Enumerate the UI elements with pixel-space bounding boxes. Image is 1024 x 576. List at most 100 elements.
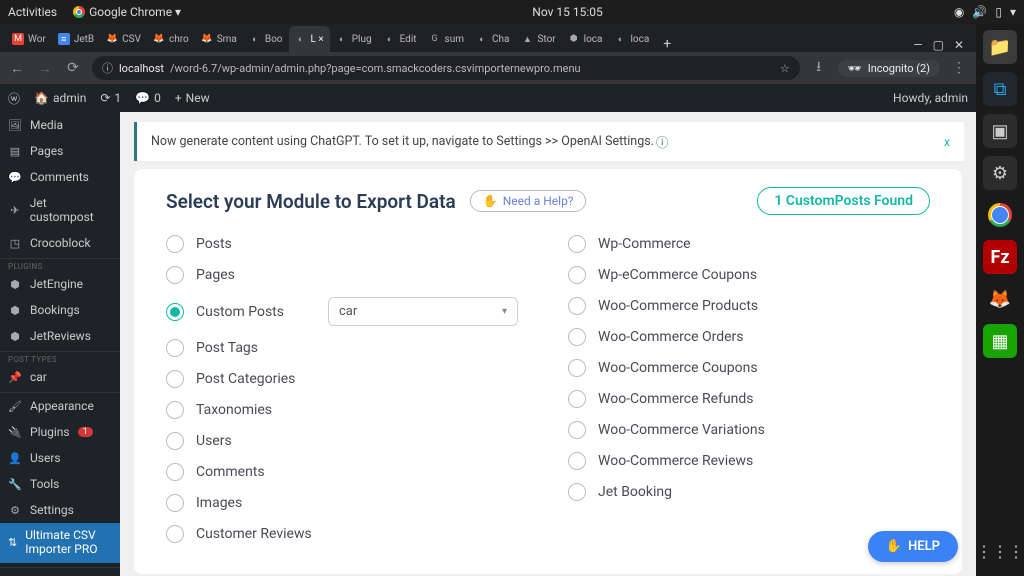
module-option-posts[interactable]: Posts: [166, 235, 528, 253]
clock[interactable]: Nov 15 15:05: [181, 5, 954, 19]
dock-firefox[interactable]: 🦊: [983, 282, 1017, 316]
favicon: 🦊: [201, 33, 213, 45]
sidebar-item-bookings[interactable]: ⬢Bookings: [0, 297, 120, 323]
sidebar-item-jet-custompost[interactable]: ✈Jet custompost: [0, 190, 120, 230]
reload-button[interactable]: ⟳: [64, 60, 82, 76]
active-app[interactable]: Google Chrome ▾: [73, 5, 181, 19]
sidebar-item-tools[interactable]: 🔧Tools: [0, 471, 120, 497]
ubuntu-dock: 📁 ⧉ ▣ ⚙ Fz 🦊 ▦ ⋮⋮⋮: [976, 24, 1024, 576]
new-tab-button[interactable]: +: [655, 36, 679, 52]
howdy-user[interactable]: Howdy, admin: [893, 91, 968, 105]
collapse-menu[interactable]: ◀Collapse menu: [0, 567, 120, 576]
sidebar-item-car[interactable]: 📌car: [0, 364, 120, 390]
browser-tab[interactable]: Gsum: [423, 26, 470, 52]
module-option-taxonomies[interactable]: Taxonomies: [166, 401, 528, 419]
audio-icon[interactable]: 🔊: [972, 5, 987, 19]
close-window-button[interactable]: ✕: [954, 38, 964, 52]
module-option-custom-posts[interactable]: Custom Postscar▾: [166, 297, 528, 326]
help-fab[interactable]: ✋HELP: [868, 531, 958, 562]
maximize-button[interactable]: ▢: [933, 38, 944, 52]
module-option-woo-commerce-products[interactable]: Woo-Commerce Products: [568, 297, 930, 315]
sidebar-item-plugins[interactable]: 🔌Plugins1: [0, 419, 120, 445]
browser-tab[interactable]: ◐Edit: [378, 26, 423, 52]
site-info-icon[interactable]: ⓘ: [102, 60, 113, 76]
minimize-button[interactable]: —: [913, 38, 922, 52]
browser-tab[interactable]: MWor: [6, 26, 52, 52]
chrome-menu-icon[interactable]: ⋮: [950, 60, 968, 76]
browser-tab[interactable]: ◐L ×: [289, 26, 330, 52]
sidebar-item-csv-importer[interactable]: ⇅Ultimate CSV Importer PRO: [0, 523, 120, 563]
browser-tab[interactable]: ≡JetB: [52, 26, 100, 52]
module-option-woo-commerce-variations[interactable]: Woo-Commerce Variations: [568, 421, 930, 439]
dock-terminal[interactable]: ▣: [983, 114, 1017, 148]
results-count: 1 CustomPosts Found: [757, 187, 930, 215]
module-option-jet-booking[interactable]: Jet Booking: [568, 483, 930, 501]
dismiss-notice[interactable]: x: [944, 135, 950, 149]
sidebar-item-jetengine[interactable]: ⬢JetEngine: [0, 271, 120, 297]
updates-count[interactable]: ⟳ 1: [100, 91, 121, 105]
radio-icon: [166, 494, 184, 512]
bookmark-icon[interactable]: ☆: [780, 62, 790, 75]
module-option-woo-commerce-reviews[interactable]: Woo-Commerce Reviews: [568, 452, 930, 470]
dock-filezilla[interactable]: Fz: [983, 240, 1017, 274]
browser-tab[interactable]: ⬢loca: [562, 26, 609, 52]
sidebar-item-appearance[interactable]: 🖌Appearance: [0, 393, 120, 419]
activities-button[interactable]: Activities: [8, 5, 57, 19]
sidebar-item-crocoblock[interactable]: ◳Crocoblock: [0, 230, 120, 256]
browser-tab[interactable]: 🦊chro: [147, 26, 195, 52]
browser-tab[interactable]: ◐loca: [608, 26, 655, 52]
dock-settings[interactable]: ⚙: [983, 156, 1017, 190]
wp-content-area: Now generate content using ChatGPT. To s…: [120, 112, 976, 576]
need-help-button[interactable]: ✋Need a Help?: [470, 190, 587, 212]
dock-files[interactable]: 📁: [983, 30, 1017, 64]
radio-icon: [568, 266, 586, 284]
browser-tab[interactable]: ◐Boo: [243, 26, 289, 52]
sidebar-item-jetreviews[interactable]: ⬢JetReviews: [0, 323, 120, 349]
module-option-customer-reviews[interactable]: Customer Reviews: [166, 525, 528, 543]
module-option-woo-commerce-coupons[interactable]: Woo-Commerce Coupons: [568, 359, 930, 377]
module-option-post-tags[interactable]: Post Tags: [166, 339, 528, 357]
custom-post-select[interactable]: car▾: [328, 297, 518, 326]
sidebar-item-pages[interactable]: ▤Pages: [0, 138, 120, 164]
menu-icon: ⬢: [8, 277, 22, 291]
dock-vscode[interactable]: ⧉: [983, 72, 1017, 106]
menu-icon: ▤: [8, 144, 22, 158]
new-content[interactable]: + New: [175, 91, 210, 105]
forward-button[interactable]: →: [36, 60, 54, 77]
module-option-images[interactable]: Images: [166, 494, 528, 512]
browser-tab[interactable]: 🦊CSV: [100, 26, 147, 52]
wp-logo[interactable]: ⓦ: [8, 90, 20, 107]
browser-tab[interactable]: ◐Cha: [470, 26, 515, 52]
menu-icon: 🔌: [8, 425, 22, 439]
comments-count[interactable]: 💬 0: [135, 91, 161, 105]
module-option-comments[interactable]: Comments: [166, 463, 528, 481]
menu-icon: 💬: [8, 170, 22, 184]
url-path: /word-6.7/wp-admin/admin.php?page=com.sm…: [170, 62, 581, 75]
dock-show-apps[interactable]: ⋮⋮⋮: [983, 534, 1017, 568]
sidebar-item-media[interactable]: 🖼Media: [0, 112, 120, 138]
module-option-woo-commerce-refunds[interactable]: Woo-Commerce Refunds: [568, 390, 930, 408]
incognito-chip[interactable]: 🕶Incognito (2): [838, 60, 940, 77]
module-option-wp-commerce[interactable]: Wp-Commerce: [568, 235, 930, 253]
dock-calc[interactable]: ▦: [983, 324, 1017, 358]
battery-icon[interactable]: ▯: [995, 5, 1002, 19]
sidebar-item-comments[interactable]: 💬Comments: [0, 164, 120, 190]
network-icon[interactable]: ◉: [954, 5, 964, 19]
power-icon[interactable]: ▾: [1010, 5, 1016, 19]
browser-tab[interactable]: ◐Plug: [330, 26, 378, 52]
address-bar[interactable]: ⓘ localhost/word-6.7/wp-admin/admin.php?…: [92, 56, 800, 80]
browser-tab[interactable]: ▲Stor: [515, 26, 561, 52]
module-option-users[interactable]: Users: [166, 432, 528, 450]
dock-chrome[interactable]: [983, 198, 1017, 232]
module-option-wp-ecommerce-coupons[interactable]: Wp-eCommerce Coupons: [568, 266, 930, 284]
module-option-post-categories[interactable]: Post Categories: [166, 370, 528, 388]
sidebar-item-users[interactable]: 👤Users: [0, 445, 120, 471]
sidebar-item-settings[interactable]: ⚙Settings: [0, 497, 120, 523]
back-button[interactable]: ←: [8, 60, 26, 77]
module-option-woo-commerce-orders[interactable]: Woo-Commerce Orders: [568, 328, 930, 346]
info-icon[interactable]: ⓘ: [656, 132, 669, 151]
site-name[interactable]: 🏠 admin: [34, 91, 86, 105]
module-option-pages[interactable]: Pages: [166, 266, 528, 284]
browser-tab[interactable]: 🦊Sma: [195, 26, 243, 52]
download-icon[interactable]: ⭳: [810, 56, 828, 80]
